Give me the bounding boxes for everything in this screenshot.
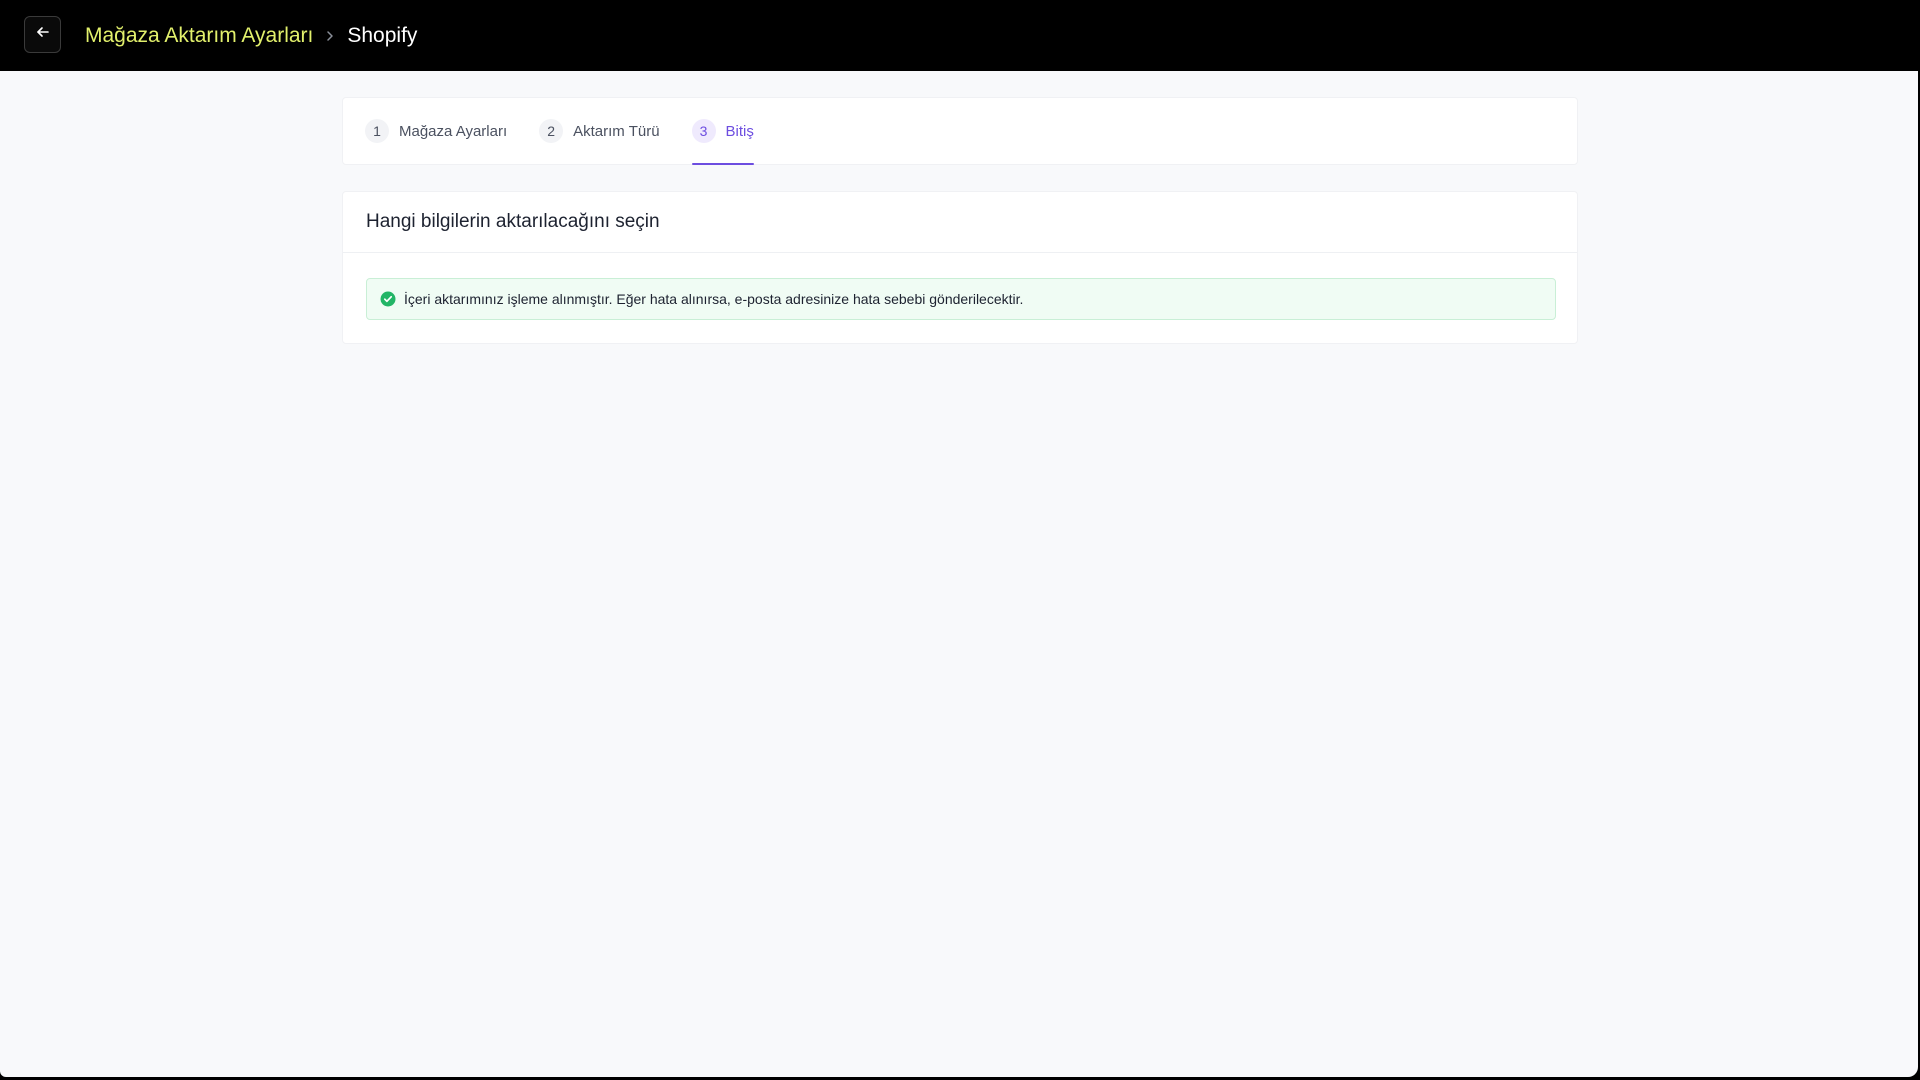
step-number: 3	[691, 119, 716, 143]
arrow-left-icon	[35, 24, 51, 45]
back-button[interactable]	[24, 16, 61, 53]
card-header: Hangi bilgilerin aktarılacağını seçin	[343, 192, 1577, 253]
card-title: Hangi bilgilerin aktarılacağını seçin	[366, 211, 660, 232]
step-label: Bitiş	[725, 122, 754, 140]
alert-message: İçeri aktarımınız işleme alınmıştır. Eğe…	[404, 291, 1024, 307]
chevron-right-icon	[323, 29, 337, 43]
step-transfer-type[interactable]: 2 Aktarım Türü	[539, 98, 660, 164]
main-content: 1 Mağaza Ayarları 2 Aktarım Türü 3 Bitiş…	[0, 71, 1918, 1077]
import-selection-card: Hangi bilgilerin aktarılacağını seçin İç…	[342, 191, 1578, 344]
step-number: 2	[539, 119, 564, 143]
step-label: Mağaza Ayarları	[399, 122, 508, 140]
step-label: Aktarım Türü	[573, 122, 660, 140]
success-alert: İçeri aktarımınız işleme alınmıştır. Eğe…	[366, 278, 1556, 320]
breadcrumb-parent-link[interactable]: Mağaza Aktarım Ayarları	[85, 24, 313, 48]
top-bar: Mağaza Aktarım Ayarları Shopify	[0, 0, 1920, 71]
breadcrumb: Mağaza Aktarım Ayarları Shopify	[85, 0, 417, 71]
check-circle-icon	[380, 291, 396, 307]
step-store-settings[interactable]: 1 Mağaza Ayarları	[365, 98, 507, 164]
stepper: 1 Mağaza Ayarları 2 Aktarım Türü 3 Bitiş	[342, 97, 1578, 165]
breadcrumb-current: Shopify	[347, 23, 418, 47]
step-number: 1	[365, 119, 389, 143]
app-frame: Mağaza Aktarım Ayarları Shopify 1 Mağaza…	[0, 0, 1920, 1080]
step-finish[interactable]: 3 Bitiş	[691, 98, 755, 165]
